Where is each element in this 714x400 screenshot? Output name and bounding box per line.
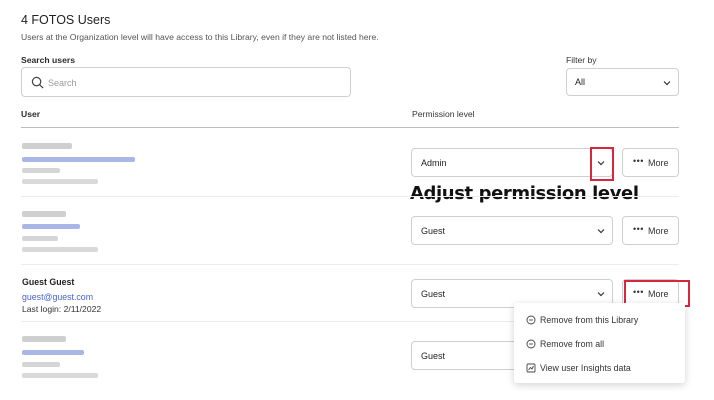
column-header-permission: Permission level [412,109,475,119]
user-name: Guest Guest [22,277,75,287]
page-subtitle: Users at the Organization level will hav… [21,32,379,42]
search-input[interactable] [48,73,338,92]
more-button-label: More [648,226,669,236]
more-dots-icon: ••• [633,224,644,234]
permission-value: Guest [421,351,446,361]
more-button[interactable]: ••• More [622,148,679,177]
menu-item-view-insights[interactable]: View user Insights data [514,359,685,379]
menu-item-label: Remove from all [540,339,605,349]
chart-icon [526,363,536,373]
column-header-user: User [21,109,41,119]
menu-item-remove-from-library[interactable]: Remove from this Library [514,311,685,331]
more-button[interactable]: ••• More [622,216,679,245]
search-box[interactable] [21,67,351,97]
header-divider [21,127,679,128]
search-label: Search users [21,55,75,65]
minus-circle-icon [526,315,536,325]
user-last-login: Last login: 2/11/2022 [22,304,102,314]
search-icon [31,76,44,89]
chevron-down-icon [597,229,605,234]
more-button-label: More [648,158,669,168]
more-menu: Remove from this Library Remove from all… [514,303,685,383]
permission-value: Guest [421,289,446,299]
menu-item-label: Remove from this Library [540,315,639,325]
filter-value: All [575,77,586,87]
row-divider [21,196,679,197]
permission-dropdown-highlight [590,147,614,181]
menu-item-remove-from-all[interactable]: Remove from all [514,335,685,355]
permission-value: Admin [421,158,447,168]
minus-circle-icon [526,339,536,349]
chevron-down-icon [597,292,605,297]
chevron-down-icon [663,81,671,86]
permission-select[interactable]: Guest [411,216,613,245]
annotation-text: Adjust permission level [410,183,639,204]
more-dots-icon: ••• [633,156,644,166]
user-email[interactable]: guest@guest.com [22,292,93,302]
row-divider [21,264,679,265]
menu-item-label: View user Insights data [540,363,631,373]
permission-value: Guest [421,226,446,236]
permission-select[interactable]: Admin [411,148,613,177]
filter-select[interactable]: All [566,68,679,96]
page-title: 4 FOTOS Users [21,13,111,27]
filter-label: Filter by [566,55,597,65]
